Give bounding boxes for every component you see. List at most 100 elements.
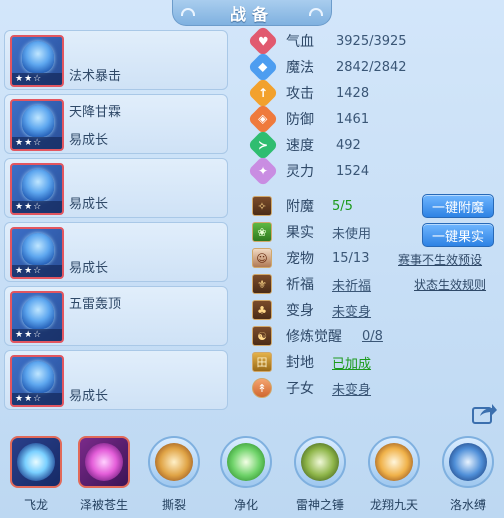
one-click-fruit-button[interactable]: 一键果实 [422, 223, 494, 247]
stat-value: 492 [336, 137, 361, 153]
extra-value: 5/5 [332, 198, 353, 214]
stat-value: 2842/2842 [336, 59, 407, 75]
extra-label: 封地 [286, 355, 314, 371]
extra-label: 变身 [286, 303, 314, 319]
star-rating: ★★☆ [12, 329, 62, 341]
extra-value[interactable]: 未变身 [332, 301, 371, 320]
extra-label: 宠物 [286, 251, 314, 267]
enchant-icon: ✧ [252, 196, 272, 216]
mana-icon: ◆ [247, 51, 279, 83]
title-ribbon: 战备 [172, 0, 332, 26]
blessing-icon: ⚜ [252, 274, 272, 294]
one-click-enchant-button[interactable]: 一键附魔 [422, 194, 494, 218]
card-label-bottom: 易成长 [69, 133, 109, 148]
sword-icon: ↑ [247, 77, 279, 109]
pet-icon: ☺ [252, 248, 272, 268]
skill-slot[interactable]: 飞龙 [4, 430, 68, 518]
equipment-icon: ★★☆ [10, 355, 64, 407]
equipment-icon: ★★☆ [10, 163, 64, 215]
extra-row-transform[interactable]: ♣ 变身 未变身 [252, 298, 371, 322]
stat-row-hp: ♥ 气血 3925/3925 [247, 25, 407, 57]
equipment-icon: ★★☆ [10, 35, 64, 87]
stat-row-mp: ◆ 魔法 2842/2842 [247, 51, 407, 83]
status-rules-link[interactable]: 状态生效规则 [414, 276, 486, 293]
heart-icon: ♥ [247, 25, 279, 57]
spirit-icon: ✦ [247, 155, 279, 187]
equipment-card[interactable]: ★★☆ 天降甘霖 易成长 [4, 94, 228, 154]
child-icon: ↟ [252, 378, 272, 398]
skill-icon [301, 443, 339, 481]
ribbon-curl-right [309, 8, 323, 16]
extra-row-fruit[interactable]: ❀ 果实 未使用 [252, 220, 371, 244]
equipment-card[interactable]: ★★☆ 法术暴击 [4, 30, 228, 90]
stat-value: 1428 [336, 85, 370, 101]
equipment-card[interactable]: ★★☆ 五雷轰顶 [4, 286, 228, 346]
extra-row-pet[interactable]: ☺ 宠物 15/13 [252, 246, 369, 270]
extra-row-fief[interactable]: 田 封地 已加成 [252, 350, 371, 374]
stat-label: 魔法 [286, 60, 314, 76]
skill-name: 泽被苍生 [79, 498, 128, 512]
card-label-top: 五雷轰顶 [69, 297, 122, 312]
star-rating: ★★☆ [12, 73, 62, 85]
extra-row-awaken[interactable]: ☯ 修炼觉醒 0/8 [252, 324, 383, 348]
event-disabled-preset-link[interactable]: 赛事不生效预设 [398, 251, 482, 268]
skill-name: 撕裂 [161, 498, 186, 512]
stat-row-defense: ◈ 防御 1461 [247, 103, 370, 135]
extra-row-blessing[interactable]: ⚜ 祈福 未祈福 [252, 272, 371, 296]
skill-slot[interactable]: 雷神之锤 [288, 430, 352, 518]
equipment-card[interactable]: ★★☆ 易成长 [4, 350, 228, 410]
equipment-card[interactable]: ★★☆ 易成长 [4, 158, 228, 218]
equipment-icon: ★★☆ [10, 99, 64, 151]
ribbon-curl-left [181, 8, 195, 16]
card-label-bottom: 法术暴击 [69, 69, 122, 84]
equipment-card-list: ★★☆ 法术暴击 ★★☆ 天降甘霖 易成长 ★★☆ 易成长 ★★☆ 易成长 ★★… [4, 30, 230, 414]
skill-bar: 飞龙 泽被苍生 撕裂 净化 雷神之锤 龙翔九天 洛水缚 [0, 430, 504, 518]
fruit-icon: ❀ [252, 222, 272, 242]
skill-slot[interactable]: 泽被苍生 [72, 430, 136, 518]
equipment-card[interactable]: ★★☆ 易成长 [4, 222, 228, 282]
page-title: 战备 [229, 4, 274, 24]
card-label-bottom: 易成长 [69, 261, 109, 276]
extra-value: 15/13 [332, 250, 370, 266]
stat-label: 灵力 [286, 164, 314, 180]
skill-slot[interactable]: 净化 [214, 430, 278, 518]
stat-label: 气血 [286, 34, 314, 50]
extra-value[interactable]: 未变身 [332, 379, 371, 398]
stat-value: 1461 [336, 111, 370, 127]
awaken-icon: ☯ [252, 326, 272, 346]
skill-slot[interactable]: 龙翔九天 [362, 430, 426, 518]
skill-name: 洛水缚 [449, 498, 486, 512]
card-label-bottom: 易成长 [69, 197, 109, 212]
extra-value[interactable]: 未祈福 [332, 275, 371, 294]
card-label-top: 天降甘霖 [69, 105, 122, 120]
stat-label: 攻击 [286, 86, 314, 102]
stat-label: 速度 [286, 138, 314, 154]
skill-icon [227, 443, 265, 481]
skill-name: 飞龙 [23, 498, 48, 512]
skill-name: 净化 [233, 498, 258, 512]
star-rating: ★★☆ [12, 393, 62, 405]
extra-label: 修炼觉醒 [286, 329, 342, 345]
card-label-bottom: 易成长 [69, 389, 109, 404]
stat-value: 3925/3925 [336, 33, 407, 49]
extra-value[interactable]: 已加成 [332, 353, 371, 372]
skill-slot[interactable]: 洛水缚 [436, 430, 500, 518]
extra-value[interactable]: 0/8 [362, 329, 383, 344]
share-icon[interactable] [472, 402, 498, 424]
extra-label: 果实 [286, 225, 314, 241]
speed-icon: ≻ [247, 129, 279, 161]
skill-name: 龙翔九天 [369, 498, 418, 512]
star-rating: ★★☆ [12, 201, 62, 213]
stat-row-speed: ≻ 速度 492 [247, 129, 361, 161]
stat-row-attack: ↑ 攻击 1428 [247, 77, 370, 109]
extra-row-enchant[interactable]: ✧ 附魔 5/5 [252, 194, 353, 218]
star-rating: ★★☆ [12, 137, 62, 149]
extra-label: 祈福 [286, 277, 314, 293]
skill-icon [17, 443, 55, 481]
extra-row-child[interactable]: ↟ 子女 未变身 [252, 376, 371, 400]
equipment-panel: 战备 ★★☆ 法术暴击 ★★☆ 天降甘霖 易成长 ★★☆ 易成长 ★★☆ 易成长… [0, 0, 504, 518]
equipment-icon: ★★☆ [10, 227, 64, 279]
fief-icon: 田 [252, 352, 272, 372]
skill-slot[interactable]: 撕裂 [142, 430, 206, 518]
skill-icon [449, 443, 487, 481]
